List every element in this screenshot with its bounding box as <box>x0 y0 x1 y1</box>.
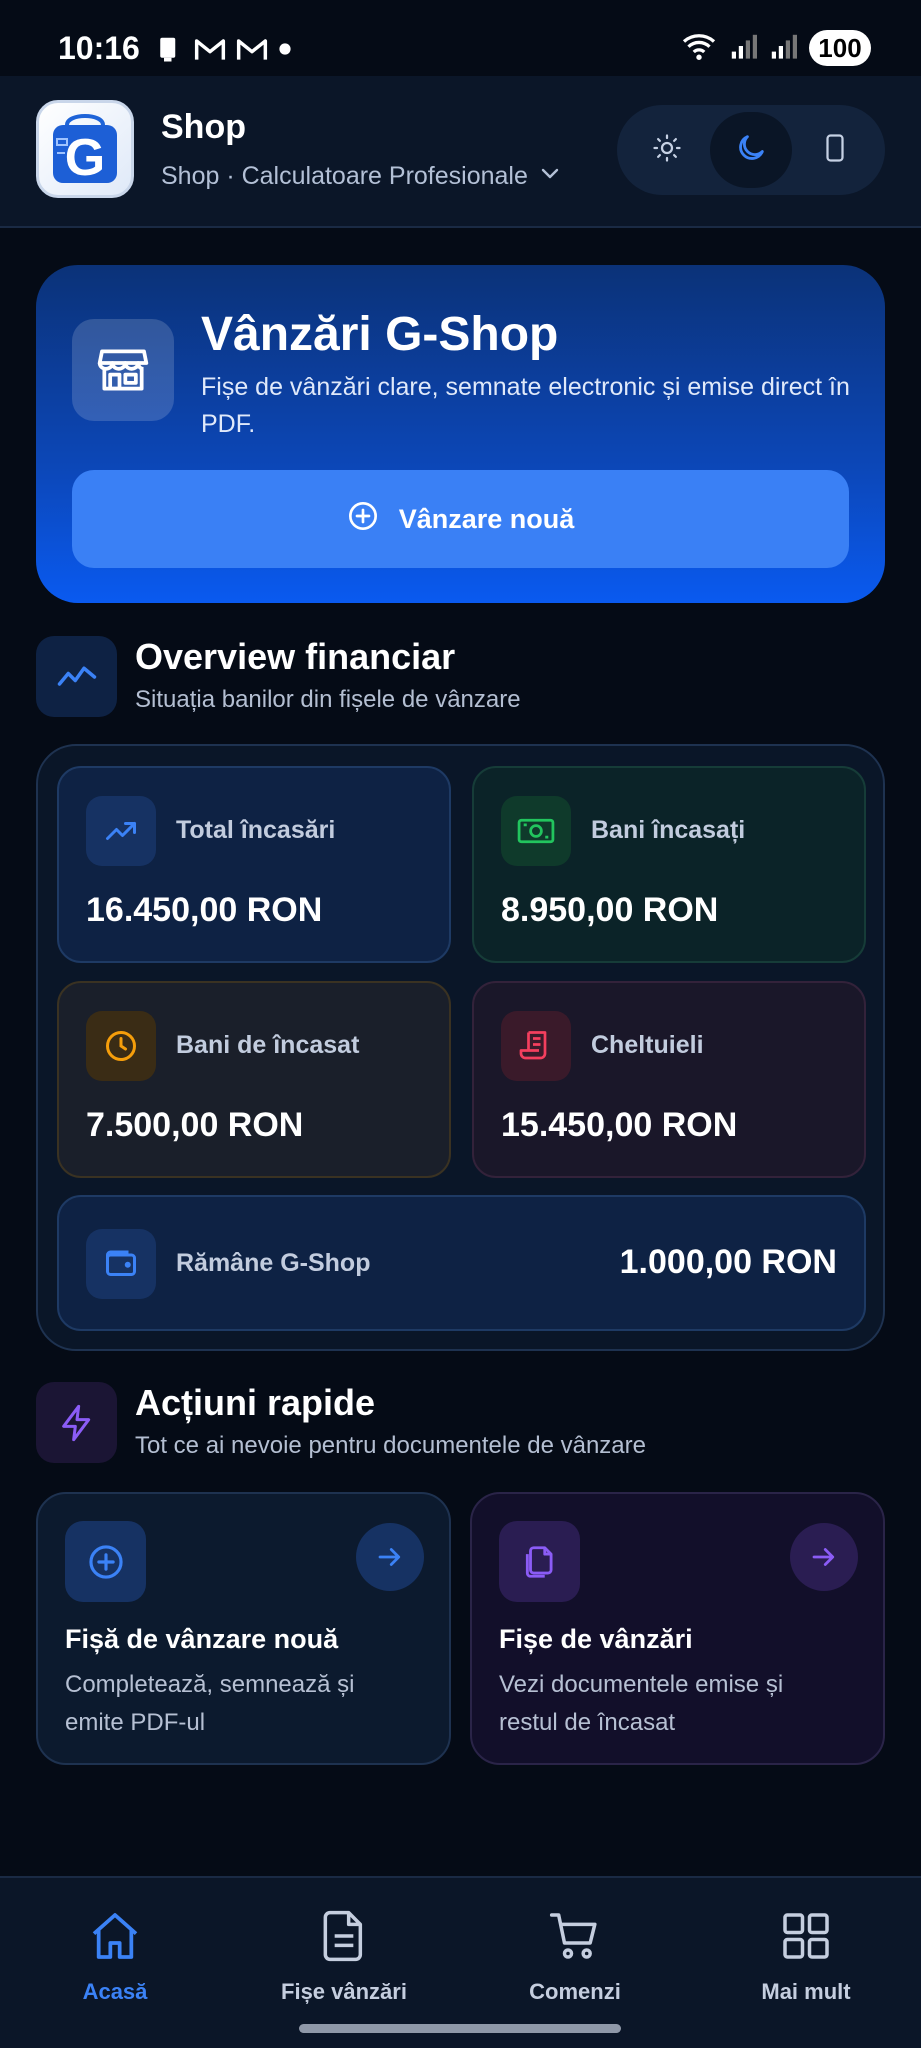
quick-actions-header: Acțiuni rapide Tot ce ai nevoie pentru d… <box>36 1382 885 1466</box>
stat-value: 16.450,00 RON <box>86 891 323 929</box>
nav-more[interactable]: Mai mult <box>706 1908 906 2005</box>
home-icon <box>87 1908 143 1969</box>
trend-line-icon <box>36 636 117 717</box>
quick-actions-subtitle: Tot ce ai nevoie pentru documentele de v… <box>135 1432 646 1459</box>
nav-label: Fișe vânzări <box>281 1979 407 2004</box>
quick-action-new-sale-sheet[interactable]: Fișă de vânzare nouă Completează, semnea… <box>36 1492 451 1765</box>
svg-text:G: G <box>65 129 105 187</box>
workspace-label: Shop · Calculatoare Profesionale <box>161 162 528 190</box>
theme-light-button[interactable] <box>626 112 708 188</box>
stat-remaining[interactable]: Rămâne G-Shop 1.000,00 RON <box>57 1195 866 1331</box>
quick-action-title: Fișă de vânzare nouă <box>65 1624 339 1654</box>
hero-card: Vânzări G-Shop Fișe de vânzări clare, se… <box>36 265 885 603</box>
stat-value: 8.950,00 RON <box>501 891 719 929</box>
bottom-nav: Acasă Fișe vânzări Comenzi Mai mult <box>0 1876 921 2048</box>
gmail-icon <box>194 36 226 67</box>
arrow-right-icon[interactable] <box>790 1523 858 1591</box>
nav-sale-sheets[interactable]: Fișe vânzări <box>244 1908 444 2005</box>
trending-up-icon <box>86 796 156 866</box>
home-indicator[interactable] <box>299 2024 621 2033</box>
status-time: 10:16 <box>58 30 140 66</box>
stat-value: 7.500,00 RON <box>86 1106 304 1144</box>
status-icons-right: 100 <box>681 30 871 66</box>
quick-action-sale-sheets[interactable]: Fișe de vânzări Vezi documentele emise ș… <box>470 1492 885 1765</box>
theme-dark-button[interactable] <box>710 112 792 188</box>
nav-orders[interactable]: Comenzi <box>475 1908 675 2005</box>
signal-icon <box>769 32 797 65</box>
remaining-value: 1.000,00 RON <box>619 1243 837 1281</box>
phone-icon <box>820 131 850 170</box>
stat-label: Bani încasați <box>591 816 746 844</box>
new-sale-button[interactable]: Vânzare nouă <box>72 470 849 568</box>
nav-label: Acasă <box>82 1979 148 2004</box>
app-header: G Shop Shop · Calculatoare Profesionale <box>0 76 921 228</box>
stat-money-received[interactable]: Bani încasați 8.950,00 RON <box>472 766 866 963</box>
hero-title: Vânzări G-Shop <box>201 308 559 361</box>
stat-label: Cheltuieli <box>591 1031 704 1059</box>
wifi-icon <box>681 31 717 66</box>
receipt-icon <box>501 1011 571 1081</box>
app-title: Shop <box>161 108 246 146</box>
stat-value: 15.450,00 RON <box>501 1106 738 1144</box>
signal-icon <box>729 32 757 65</box>
chevron-down-icon <box>538 161 562 192</box>
download-icon <box>154 34 184 69</box>
clock-icon <box>86 1011 156 1081</box>
grid-icon <box>778 1908 834 1969</box>
store-icon <box>72 319 174 421</box>
document-icon <box>316 1908 372 1969</box>
banknote-icon <box>501 796 571 866</box>
nav-label: Comenzi <box>529 1979 621 2004</box>
new-sale-label: Vânzare nouă <box>398 503 575 534</box>
nav-label: Mai mult <box>761 1979 851 2004</box>
overview-subtitle: Situația banilor din fișele de vânzare <box>135 686 521 713</box>
stat-label: Total încasări <box>176 816 336 844</box>
battery-icon: 100 <box>809 30 871 66</box>
stat-money-to-receive[interactable]: Bani de încasat 7.500,00 RON <box>57 981 451 1178</box>
overview-header: Overview financiar Situația banilor din … <box>36 636 885 720</box>
gmail-icon <box>236 36 268 67</box>
stat-total-income[interactable]: Total încasări 16.450,00 RON <box>57 766 451 963</box>
quick-action-title: Fișe de vânzări <box>499 1624 693 1654</box>
quick-action-description: Vezi documentele emise și restul de înca… <box>499 1671 784 1736</box>
stat-expenses[interactable]: Cheltuieli 15.450,00 RON <box>472 981 866 1178</box>
g-shop-logo-icon[interactable]: G <box>36 100 134 198</box>
theme-system-button[interactable] <box>794 112 876 188</box>
wallet-icon <box>86 1229 156 1299</box>
documents-icon <box>499 1521 580 1602</box>
overview-title: Overview financiar <box>135 636 456 677</box>
quick-actions-title: Acțiuni rapide <box>135 1382 376 1423</box>
lightning-icon <box>36 1382 117 1463</box>
hero-description: Fișe de vânzări clare, semnate electroni… <box>201 373 850 438</box>
remaining-label: Rămâne G-Shop <box>176 1249 371 1277</box>
quick-action-description: Completează, semnează și emite PDF-ul <box>65 1671 355 1736</box>
cart-icon <box>547 1908 603 1969</box>
financial-overview: Total încasări 16.450,00 RON Bani încasa… <box>36 744 885 1351</box>
stat-label: Bani de încasat <box>176 1031 360 1059</box>
nav-home[interactable]: Acasă <box>15 1908 215 2005</box>
arrow-right-icon[interactable] <box>356 1523 424 1591</box>
status-icons-left <box>154 34 292 69</box>
sun-icon <box>652 133 682 168</box>
workspace-selector[interactable]: Shop · Calculatoare Profesionale <box>161 161 562 192</box>
theme-toggle <box>617 105 885 195</box>
moon-icon <box>734 131 768 170</box>
status-bar: 10:16 100 <box>0 0 921 76</box>
dot-icon <box>278 42 292 61</box>
plus-circle-icon <box>65 1521 146 1602</box>
plus-circle-icon <box>347 500 379 539</box>
